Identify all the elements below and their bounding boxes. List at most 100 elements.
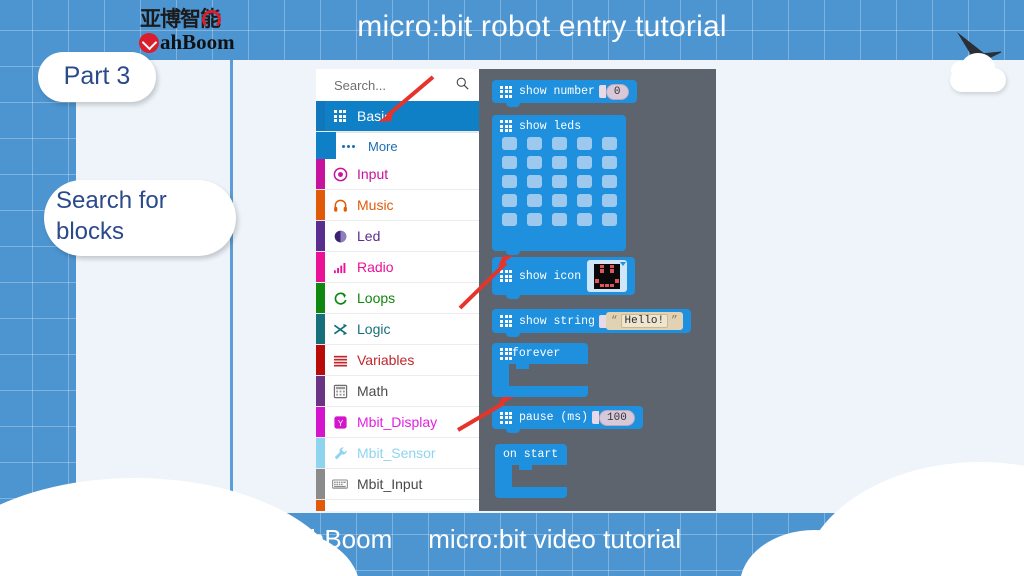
toolbox-category-mbit-input[interactable]: Mbit_Input (316, 469, 479, 500)
page-title: micro:bit robot entry tutorial (357, 10, 727, 43)
category-color-bar (316, 221, 325, 251)
search-icon[interactable] (456, 77, 469, 90)
block-forever-header: forever (492, 343, 588, 364)
icon-picker-field[interactable] (587, 260, 628, 292)
grid-icon (500, 411, 512, 424)
block-value-show-string[interactable]: “ Hello! ” (605, 312, 683, 330)
block-arm (492, 364, 509, 386)
calculator-icon (332, 383, 348, 399)
decorative-cloud-top-right (950, 53, 1006, 92)
block-notch (506, 428, 520, 433)
category-color-bar (316, 438, 325, 468)
block-value-pause[interactable]: 100 (599, 409, 635, 426)
callout-search-hint: Search for blocks (44, 140, 236, 256)
block-base (495, 487, 567, 498)
makecode-editor: Search... Basic More Input Music Led Rad… (316, 69, 716, 511)
toolbox-category-music[interactable]: Music (316, 190, 479, 221)
toolbox-category-label: Loops (357, 290, 396, 306)
toolbox-category-mbit-sensor[interactable]: Mbit_Sensor (316, 438, 479, 469)
icon-preview-matrix (594, 263, 621, 289)
blocks-flyout: show number 0 show leds show icon show s… (479, 69, 716, 511)
block-connector (598, 85, 606, 98)
logo-english-text: ahBoom (139, 30, 248, 54)
toolbox-category-led[interactable]: Led (316, 221, 479, 252)
footer-brand: YahBoom (280, 524, 393, 554)
led-icon (332, 228, 348, 244)
block-label: show leds (519, 119, 582, 133)
block-show-number[interactable]: show number 0 (492, 80, 637, 107)
shuffle-icon (332, 321, 348, 337)
block-forever[interactable]: forever (492, 343, 588, 397)
close-quote-icon: ” (671, 315, 678, 327)
open-quote-icon: “ (610, 315, 618, 327)
grid-icon (500, 120, 512, 132)
slide-root: 亚博智能 ahBoom micro:bit robot entry tutori… (0, 0, 1024, 576)
category-color-bar (316, 500, 325, 511)
block-arm (495, 465, 512, 487)
toolbox-category-input[interactable]: Input (316, 159, 479, 190)
panel-divider (230, 60, 233, 513)
block-notch (506, 294, 520, 299)
block-show-leds[interactable]: show leds (492, 115, 626, 255)
block-pause[interactable]: pause (ms) 100 (492, 406, 643, 433)
callout-part-number: Part 3 (38, 26, 156, 102)
logo-brand-label: ahBoom (160, 30, 235, 54)
search-input[interactable]: Search... (316, 69, 479, 101)
headphone-icon (332, 197, 348, 213)
block-label: pause (ms) (519, 411, 589, 424)
ellipsis-icon (340, 138, 356, 154)
grid-icon (500, 85, 512, 98)
search-placeholder: Search... (334, 77, 387, 93)
string-value[interactable]: Hello! (620, 314, 669, 328)
category-color-bar (316, 314, 325, 344)
category-color-bar (316, 252, 325, 282)
block-connector (598, 314, 606, 328)
block-inner-notch (516, 364, 529, 369)
block-base (492, 386, 588, 397)
toolbox-category-next[interactable] (316, 500, 479, 511)
led-matrix-field[interactable] (502, 137, 617, 226)
toolbox-panel: Search... Basic More Input Music Led Rad… (316, 69, 479, 511)
chevron-down-icon (620, 262, 627, 266)
toolbox-category-label: Mbit_Display (357, 414, 438, 430)
target-icon (332, 166, 348, 182)
block-on-start[interactable]: on start (495, 444, 567, 498)
logo-checkmark-icon (139, 33, 159, 53)
callout-search-label: Search for blocks (56, 187, 167, 245)
signal-icon (332, 259, 348, 275)
category-color-bar (316, 190, 325, 220)
toolbox-category-variables[interactable]: Variables (316, 345, 479, 376)
toolbox-category-more[interactable]: More (336, 132, 479, 159)
toolbox-category-math[interactable]: Math (316, 376, 479, 407)
block-show-string[interactable]: show string “ Hello! ” (492, 309, 691, 337)
toolbox-category-mbit-display[interactable]: Y Mbit_Display (316, 407, 479, 438)
block-inner-notch (519, 465, 532, 470)
block-show-icon[interactable]: show icon (492, 257, 636, 299)
footer-title: micro:bit video tutorial (428, 524, 682, 554)
toolbox-category-loops[interactable]: Loops (316, 283, 479, 314)
category-color-bar (316, 283, 325, 313)
toolbox-category-label: More (368, 138, 398, 154)
toolbox-category-label: Music (357, 197, 394, 213)
callout-part-label: Part 3 (63, 61, 131, 90)
block-label: on start (503, 448, 559, 461)
lines-icon (332, 352, 348, 368)
toolbox-category-label: Variables (357, 352, 415, 368)
logo-chinese-text: 亚博智能 (140, 7, 221, 31)
toolbox-category-basic[interactable]: Basic (316, 101, 479, 132)
toolbox-category-label: Mbit_Sensor (357, 445, 436, 461)
block-value-show-number[interactable]: 0 (605, 83, 629, 100)
block-label: show number (519, 85, 595, 98)
block-connector (592, 411, 600, 424)
y-badge-icon: Y (332, 414, 348, 430)
toolbox-subcategory-wrap: More (316, 132, 479, 159)
toolbox-category-radio[interactable]: Radio (316, 252, 479, 283)
block-label: forever (512, 347, 561, 360)
category-color-bar (316, 345, 325, 375)
grid-icon (500, 315, 512, 327)
toolbox-category-logic[interactable]: Logic (316, 314, 479, 345)
block-notch (506, 250, 520, 255)
keyboard-icon (332, 476, 348, 492)
toolbox-category-label: Mbit_Input (357, 476, 423, 492)
loop-icon (332, 290, 348, 306)
